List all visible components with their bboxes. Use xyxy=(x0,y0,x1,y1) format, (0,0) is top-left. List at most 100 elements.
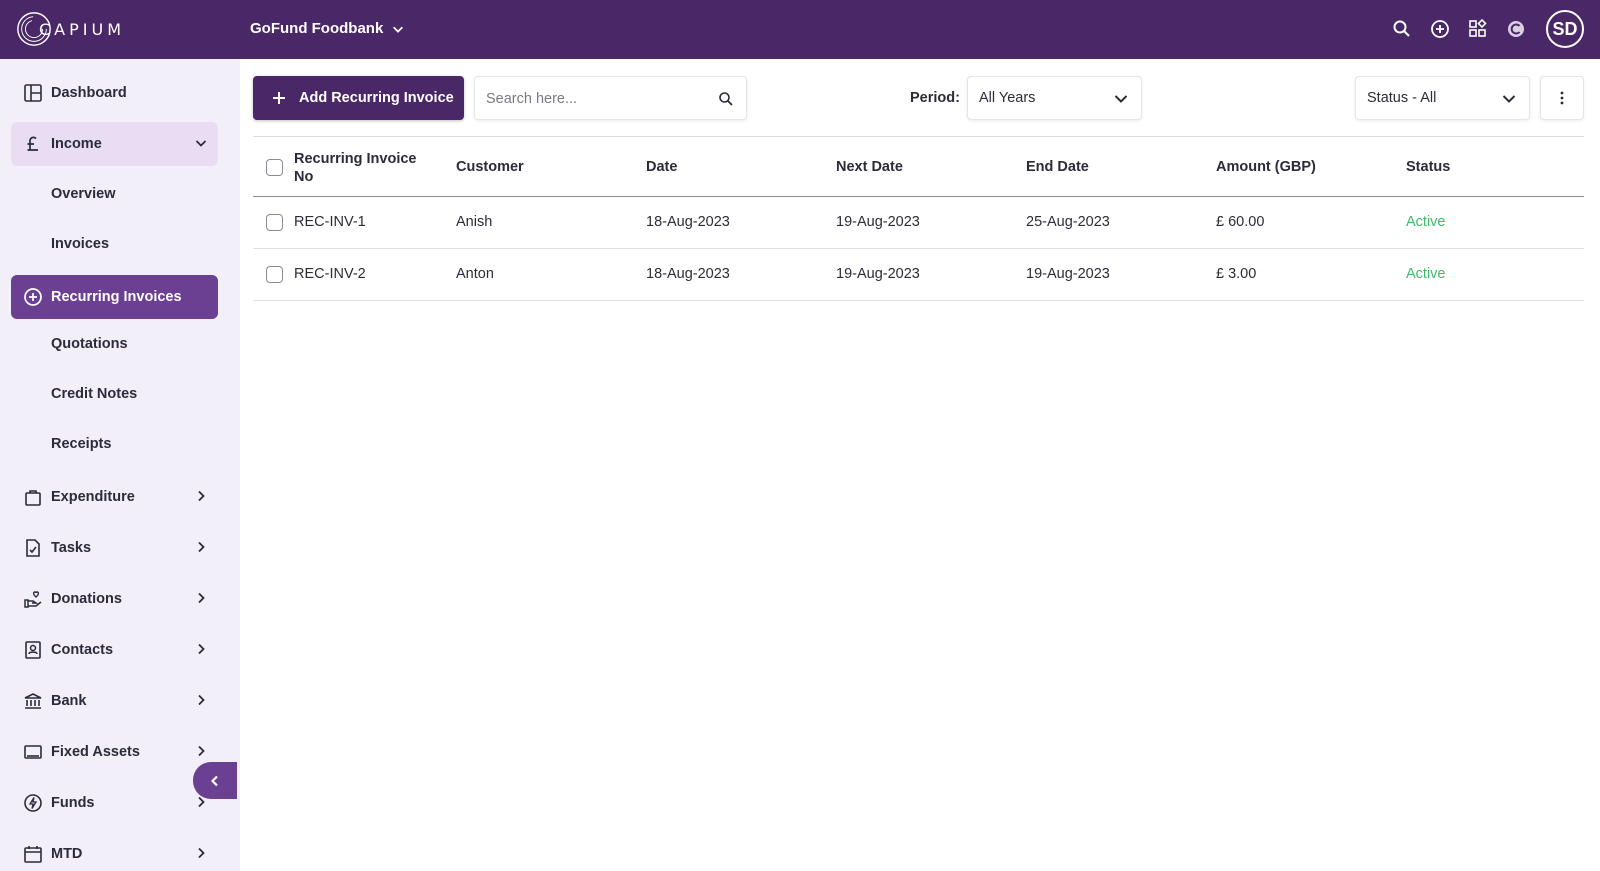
sidebar-item-label: Funds xyxy=(51,795,95,811)
sidebar-item-label: Contacts xyxy=(51,642,114,658)
avatar[interactable]: SD xyxy=(1546,10,1584,48)
chevron-right-icon xyxy=(198,694,205,706)
more-options-button[interactable] xyxy=(1540,76,1584,120)
table-row[interactable]: REC-INV-1 Anish 18-Aug-2023 19-Aug-2023 … xyxy=(253,197,1584,249)
apps-grid-icon[interactable] xyxy=(1466,17,1490,41)
chevron-down-icon xyxy=(393,26,404,33)
add-recurring-invoice-label: Add Recurring Invoice xyxy=(299,90,454,106)
sidebar-subitem-quotations[interactable]: Quotations xyxy=(51,336,128,352)
sidebar-item-label: Expenditure xyxy=(51,489,135,505)
capium-c-icon[interactable] xyxy=(1504,17,1528,41)
sidebar-item-donations[interactable]: Donations xyxy=(11,577,218,621)
chevron-right-icon xyxy=(198,643,205,655)
donation-hand-icon xyxy=(22,588,44,610)
sidebar: Dashboard Income Overview Invoices Recur… xyxy=(0,59,240,871)
period-select-value: All Years xyxy=(979,90,1036,106)
chevron-right-icon xyxy=(198,745,205,757)
chevron-down-icon xyxy=(1114,95,1128,103)
kebab-menu-icon xyxy=(1560,91,1564,105)
select-all-checkbox[interactable] xyxy=(266,159,283,176)
cell-end-date: 19-Aug-2023 xyxy=(1026,266,1110,282)
chevron-right-icon xyxy=(198,541,205,553)
column-header-customer[interactable]: Customer xyxy=(456,159,524,175)
sidebar-item-label: Donations xyxy=(51,591,122,607)
plus-icon xyxy=(273,92,285,104)
cell-next-date: 19-Aug-2023 xyxy=(836,214,920,230)
column-header-amount[interactable]: Amount (GBP) xyxy=(1216,159,1316,175)
column-header-invoice-no[interactable]: Recurring Invoice No xyxy=(294,150,416,186)
add-recurring-invoice-button[interactable]: Add Recurring Invoice xyxy=(253,76,464,120)
recurring-invoices-table: Recurring Invoice No Customer Date Next … xyxy=(253,136,1584,301)
period-select[interactable]: All Years xyxy=(967,76,1142,120)
cell-next-date: 19-Aug-2023 xyxy=(836,266,920,282)
header-actions: SD xyxy=(1390,10,1584,48)
bolt-circle-icon xyxy=(22,792,44,814)
sidebar-item-funds[interactable]: Funds xyxy=(11,781,218,825)
status-badge: Active xyxy=(1406,266,1446,282)
cell-customer: Anton xyxy=(456,266,494,282)
column-header-end-date[interactable]: End Date xyxy=(1026,159,1089,175)
search-input[interactable] xyxy=(486,87,706,111)
sidebar-item-label: Tasks xyxy=(51,540,92,556)
cell-invoice-no[interactable]: REC-INV-2 xyxy=(294,266,366,282)
add-circle-icon xyxy=(22,286,44,308)
sidebar-item-label: Dashboard xyxy=(51,85,127,101)
row-checkbox[interactable] xyxy=(266,214,283,231)
column-header-date[interactable]: Date xyxy=(646,159,677,175)
top-bar: CAPIUM GoFund Foodbank SD xyxy=(0,0,1600,59)
sidebar-subitem-recurring-invoices[interactable]: Recurring Invoices xyxy=(11,275,218,319)
sidebar-item-income[interactable]: Income xyxy=(11,122,218,166)
capium-logo[interactable]: CAPIUM xyxy=(15,10,125,48)
sidebar-item-fixed-assets[interactable]: Fixed Assets xyxy=(11,730,218,774)
status-select[interactable]: Status - All xyxy=(1355,76,1530,120)
chevron-left-icon xyxy=(210,775,218,786)
organisation-name: GoFund Foodbank xyxy=(250,20,384,37)
chevron-down-icon xyxy=(1502,95,1516,103)
table-row[interactable]: REC-INV-2 Anton 18-Aug-2023 19-Aug-2023 … xyxy=(253,249,1584,301)
chevron-right-icon xyxy=(198,490,205,502)
cell-amount: £ 60.00 xyxy=(1216,214,1265,230)
column-header-status[interactable]: Status xyxy=(1406,159,1450,175)
chevron-down-icon xyxy=(195,140,207,147)
header-line: Recurring Invoice xyxy=(294,151,417,167)
contact-card-icon xyxy=(22,639,44,661)
sidebar-item-bank[interactable]: Bank xyxy=(11,679,218,723)
status-badge: Active xyxy=(1406,214,1446,230)
dashboard-icon xyxy=(22,82,44,104)
sidebar-item-label: MTD xyxy=(51,846,83,862)
cell-end-date: 25-Aug-2023 xyxy=(1026,214,1110,230)
table-header: Recurring Invoice No Customer Date Next … xyxy=(253,136,1584,197)
status-select-value: Status - All xyxy=(1367,90,1437,106)
pound-icon xyxy=(22,133,44,155)
organisation-switcher[interactable]: GoFund Foodbank xyxy=(250,20,405,37)
sidebar-item-expenditure[interactable]: Expenditure xyxy=(11,475,218,519)
add-circle-icon[interactable] xyxy=(1428,17,1452,41)
sidebar-collapse-button[interactable] xyxy=(193,762,237,799)
cell-customer: Anish xyxy=(456,214,493,230)
cell-date: 18-Aug-2023 xyxy=(646,266,730,282)
capium-logo-mark xyxy=(15,10,53,48)
sidebar-item-label: Recurring Invoices xyxy=(51,289,182,305)
cell-amount: £ 3.00 xyxy=(1216,266,1257,282)
period-label: Period: xyxy=(910,90,960,106)
search-icon[interactable] xyxy=(1390,17,1414,41)
bag-icon xyxy=(22,486,44,508)
cell-date: 18-Aug-2023 xyxy=(646,214,730,230)
cell-invoice-no[interactable]: REC-INV-1 xyxy=(294,214,366,230)
sidebar-subitem-invoices[interactable]: Invoices xyxy=(51,236,109,252)
sidebar-subitem-overview[interactable]: Overview xyxy=(51,186,116,202)
sidebar-item-contacts[interactable]: Contacts xyxy=(11,628,218,672)
search-icon[interactable] xyxy=(718,91,734,107)
sidebar-item-mtd[interactable]: MTD xyxy=(11,832,218,871)
column-header-next-date[interactable]: Next Date xyxy=(836,159,903,175)
sidebar-item-tasks[interactable]: Tasks xyxy=(11,526,218,570)
bank-icon xyxy=(22,690,44,712)
sidebar-subitem-credit-notes[interactable]: Credit Notes xyxy=(51,386,137,402)
chevron-right-icon xyxy=(198,847,205,859)
task-file-icon xyxy=(22,537,44,559)
sidebar-item-label: Income xyxy=(51,136,102,152)
calendar-icon xyxy=(22,843,44,865)
row-checkbox[interactable] xyxy=(266,266,283,283)
sidebar-subitem-receipts[interactable]: Receipts xyxy=(51,436,111,452)
sidebar-item-dashboard[interactable]: Dashboard xyxy=(11,71,218,115)
